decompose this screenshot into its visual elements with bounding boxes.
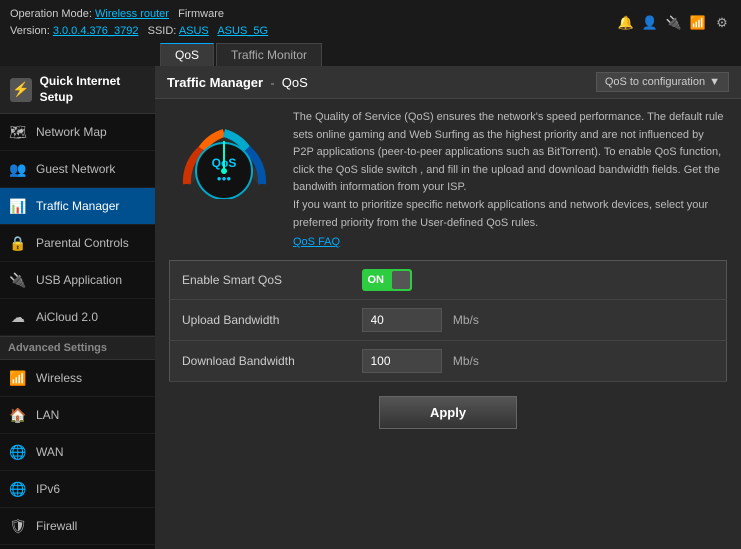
content-header: Traffic Manager - QoS QoS to configurati… (155, 66, 741, 99)
enable-smart-qos-label: Enable Smart QoS (170, 261, 350, 300)
traffic-manager-icon: 📊 (8, 196, 28, 216)
network-map-icon: 🗺 (8, 122, 28, 142)
content-title: Traffic Manager - QoS (167, 75, 308, 90)
qos-description-block: The Quality of Service (QoS) ensures the… (293, 109, 727, 248)
tab-traffic-monitor[interactable]: Traffic Monitor (216, 43, 322, 66)
parental-controls-label: Parental Controls (36, 236, 129, 250)
sidebar-item-usb-application[interactable]: 🔌 USB Application (0, 262, 155, 299)
wan-label: WAN (36, 445, 64, 459)
guest-network-icon: 👥 (8, 159, 28, 179)
guest-network-label: Guest Network (36, 162, 115, 176)
download-unit-label: Mb/s (453, 354, 479, 368)
sidebar-item-ipv6[interactable]: 🌐 IPv6 (0, 471, 155, 508)
download-bandwidth-row: Download Bandwidth Mb/s (170, 341, 727, 382)
lan-icon: 🏠 (8, 405, 28, 425)
quick-setup-icon: ⚡ (10, 78, 32, 102)
enable-smart-qos-row: Enable Smart QoS ON (170, 261, 727, 300)
sidebar-item-parental-controls[interactable]: 🔒 Parental Controls (0, 225, 155, 262)
upload-bandwidth-row: Upload Bandwidth Mb/s (170, 300, 727, 341)
quick-setup-label: Quick Internet Setup (40, 74, 145, 105)
apply-button[interactable]: Apply (379, 396, 517, 429)
svg-text:●●●: ●●● (216, 174, 231, 183)
sidebar-item-network-map[interactable]: 🗺 Network Map (0, 114, 155, 151)
app-container: Operation Mode: Wireless router Firmware… (0, 0, 741, 549)
user-icon[interactable]: 👤 (641, 14, 659, 32)
tabs-bar: QoS Traffic Monitor (0, 39, 741, 66)
version-value: 3.0.0.4.376_3792 (53, 25, 139, 37)
smart-qos-toggle-container: ON (362, 269, 715, 291)
usb-application-icon: 🔌 (8, 270, 28, 290)
ipv6-label: IPv6 (36, 482, 60, 496)
network-map-label: Network Map (36, 125, 107, 139)
version-label: Version: (10, 25, 50, 37)
firewall-label: Firewall (36, 519, 77, 533)
sidebar-item-aicloud[interactable]: ☁ AiCloud 2.0 (0, 299, 155, 336)
chevron-down-icon: ▼ (709, 76, 720, 88)
upload-bandwidth-label: Upload Bandwidth (170, 300, 350, 341)
gear-icon[interactable]: ⚙ (713, 14, 731, 32)
qos-gauge: QoS ●●● (169, 109, 279, 199)
qos-faq-link[interactable]: QoS FAQ (293, 236, 340, 248)
wireless-icon: 📶 (8, 368, 28, 388)
sidebar-item-firewall[interactable]: 🛡 Firewall (0, 508, 155, 545)
download-bandwidth-input[interactable] (362, 349, 442, 373)
sidebar-item-lan[interactable]: 🏠 LAN (0, 397, 155, 434)
ipv6-icon: 🌐 (8, 479, 28, 499)
wan-icon: 🌐 (8, 442, 28, 462)
lan-label: LAN (36, 408, 59, 422)
header-icons: 🔔 👤 🔌 📶 ⚙ (617, 14, 731, 32)
usb-application-label: USB Application (36, 273, 122, 287)
info-section: QoS ●●● The Quality of Service (QoS) ens… (169, 109, 727, 248)
notification-icon[interactable]: 🔔 (617, 14, 635, 32)
operation-mode-value: Wireless router (95, 8, 169, 20)
usb-icon[interactable]: 🔌 (665, 14, 683, 32)
main-content: Traffic Manager - QoS QoS to configurati… (155, 66, 741, 549)
sidebar: ⚡ Quick Internet Setup 🗺 Network Map 👥 G… (0, 66, 155, 549)
ssid-value: ASUS (179, 25, 209, 37)
smart-qos-toggle[interactable]: ON (362, 269, 412, 291)
sidebar-item-wireless[interactable]: 📶 Wireless (0, 360, 155, 397)
sidebar-item-wan[interactable]: 🌐 WAN (0, 434, 155, 471)
header-info: Operation Mode: Wireless router Firmware… (10, 6, 268, 39)
upload-bandwidth-input[interactable] (362, 308, 442, 332)
aicloud-label: AiCloud 2.0 (36, 310, 98, 324)
toggle-knob (392, 271, 410, 289)
firmware-label: Firmware (178, 8, 224, 20)
ssid-label: SSID: (148, 25, 177, 37)
sidebar-item-traffic-manager[interactable]: 📊 Traffic Manager (0, 188, 155, 225)
qos-config-dropdown[interactable]: QoS to configuration ▼ (596, 72, 729, 92)
operation-mode-label: Operation Mode: (10, 8, 92, 20)
download-bandwidth-label: Download Bandwidth (170, 341, 350, 382)
sidebar-item-quick-setup[interactable]: ⚡ Quick Internet Setup (0, 66, 155, 114)
main-layout: ⚡ Quick Internet Setup 🗺 Network Map 👥 G… (0, 66, 741, 549)
tab-qos[interactable]: QoS (160, 43, 214, 66)
apply-section: Apply (169, 396, 727, 429)
header: Operation Mode: Wireless router Firmware… (0, 0, 741, 39)
advanced-settings-title: Advanced Settings (0, 336, 155, 360)
qos-form: Enable Smart QoS ON Upload Bandwidth (169, 260, 727, 382)
ssid-5g-value: ASUS_5G (217, 25, 268, 37)
aicloud-icon: ☁ (8, 307, 28, 327)
wireless-label: Wireless (36, 371, 82, 385)
content-body: QoS ●●● The Quality of Service (QoS) ens… (155, 99, 741, 549)
parental-controls-icon: 🔒 (8, 233, 28, 253)
traffic-manager-label: Traffic Manager (36, 199, 119, 213)
qos-description: The Quality of Service (QoS) ensures the… (293, 109, 727, 232)
toggle-on-label: ON (362, 274, 385, 286)
firewall-icon: 🛡 (8, 516, 28, 536)
upload-unit-label: Mb/s (453, 313, 479, 327)
gauge-svg: QoS ●●● (172, 109, 277, 199)
network-icon[interactable]: 📶 (689, 14, 707, 32)
sidebar-item-guest-network[interactable]: 👥 Guest Network (0, 151, 155, 188)
